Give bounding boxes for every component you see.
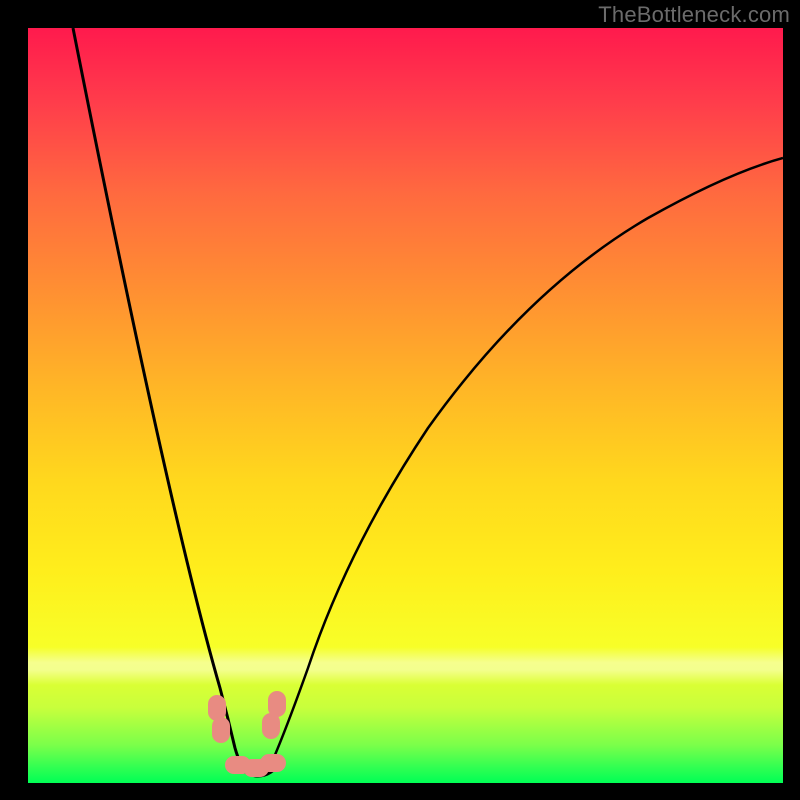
chart-stage: TheBottleneck.com [0, 0, 800, 800]
branding-text: TheBottleneck.com [598, 2, 790, 28]
marker-left-cluster-lower [212, 717, 230, 743]
marker-floor-right [260, 754, 286, 772]
curve-layer [28, 28, 783, 783]
plot-area [28, 28, 783, 783]
marker-right-cluster-lower [262, 713, 280, 739]
left-branch-curve [73, 28, 248, 773]
right-branch-curve [268, 158, 783, 771]
